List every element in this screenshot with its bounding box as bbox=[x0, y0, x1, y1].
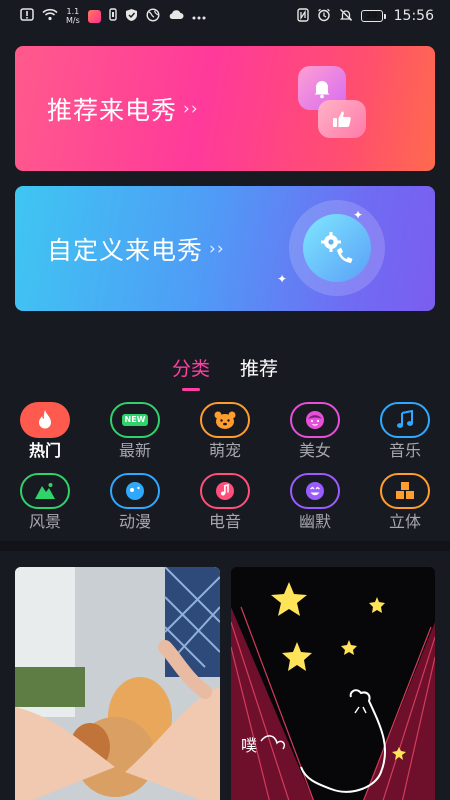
category-label: 动漫 bbox=[118, 512, 151, 531]
category-3d[interactable]: 立体 bbox=[360, 473, 450, 532]
category-anime[interactable]: 动漫 bbox=[90, 473, 180, 532]
category-edm[interactable]: 电音 bbox=[180, 473, 270, 532]
category-label: 幽默 bbox=[298, 512, 331, 531]
wifi-icon bbox=[42, 8, 58, 24]
alarm-icon bbox=[317, 8, 331, 25]
cloud-icon bbox=[168, 9, 184, 23]
download-icon bbox=[109, 8, 117, 24]
category-hot[interactable]: 热门 bbox=[0, 402, 90, 461]
music-disc-icon bbox=[200, 473, 250, 509]
battery-tip bbox=[383, 13, 386, 19]
puppy-hands-photo bbox=[15, 567, 220, 800]
category-label: 风景 bbox=[28, 512, 61, 531]
category-new[interactable]: NEW 最新 bbox=[90, 402, 180, 461]
chevron-right-icon: ›› bbox=[183, 98, 199, 119]
girl-face-icon bbox=[290, 402, 340, 438]
status-right: 20 15:56 bbox=[296, 7, 434, 25]
category-scenery[interactable]: 风景 bbox=[0, 473, 90, 532]
app-notification-icon bbox=[87, 9, 101, 23]
category-tabs: 分类 推荐 bbox=[0, 354, 450, 381]
category-label: 立体 bbox=[388, 512, 421, 531]
globe-icon bbox=[146, 7, 160, 25]
mute-bell-icon bbox=[339, 8, 353, 25]
banner-title-text: 推荐来电秀 bbox=[47, 95, 178, 125]
category-label: 音乐 bbox=[388, 441, 421, 460]
category-label: 美女 bbox=[298, 441, 331, 460]
battery-level: 20 bbox=[366, 11, 378, 20]
category-music[interactable]: 音乐 bbox=[360, 402, 450, 461]
shield-check-icon bbox=[125, 8, 138, 25]
new-badge-icon: NEW bbox=[110, 402, 160, 438]
stage-stars-cat-animation: 噗 bbox=[231, 567, 435, 800]
sparkle-icon: ✦ bbox=[353, 208, 364, 222]
status-left: 1.1 M/s bbox=[20, 7, 206, 25]
battery-indicator: 20 bbox=[360, 10, 386, 22]
preview-card-stage[interactable]: 噗 bbox=[231, 567, 435, 800]
category-grid: 热门 NEW 最新 萌宠 美女 音乐 风景 动漫 电音 幽默 立体 bbox=[0, 402, 450, 532]
recommended-ringtone-show-banner[interactable]: 推荐来电秀 ›› bbox=[15, 46, 435, 171]
category-label: 热门 bbox=[28, 441, 61, 460]
mountain-icon bbox=[20, 473, 70, 509]
category-label: 萌宠 bbox=[208, 441, 241, 460]
net-speed-unit: M/s bbox=[66, 16, 80, 25]
thumbs-up-bubble-icon bbox=[318, 100, 366, 138]
preview-card-puppy[interactable] bbox=[15, 567, 220, 800]
music-note-icon bbox=[380, 402, 430, 438]
more-notifications-icon bbox=[192, 10, 206, 23]
category-beauty[interactable]: 美女 bbox=[270, 402, 360, 461]
pet-face-icon bbox=[200, 402, 250, 438]
chevron-right-icon: ›› bbox=[209, 238, 225, 259]
status-bar: 1.1 M/s 20 15:56 bbox=[0, 0, 450, 32]
sparkle-icon: ✦ bbox=[277, 272, 288, 286]
category-humor[interactable]: 幽默 bbox=[270, 473, 360, 532]
tab-category[interactable]: 分类 bbox=[172, 354, 210, 381]
battery-body: 20 bbox=[360, 10, 383, 22]
section-divider bbox=[0, 541, 450, 551]
new-badge: NEW bbox=[121, 414, 149, 426]
banner-title: 自定义来电秀 ›› bbox=[47, 231, 225, 267]
tab-recommended[interactable]: 推荐 bbox=[240, 354, 278, 381]
anime-face-icon bbox=[110, 473, 160, 509]
preview-caption: 噗 bbox=[241, 736, 257, 755]
sim-alert-icon bbox=[20, 8, 34, 24]
banner-title: 推荐来电秀 ›› bbox=[47, 91, 199, 127]
net-speed: 1.1 M/s bbox=[66, 7, 80, 25]
banner-title-text: 自定义来电秀 bbox=[47, 235, 204, 265]
category-label: 电音 bbox=[208, 512, 241, 531]
gear-phone-icon bbox=[303, 214, 371, 282]
category-pets[interactable]: 萌宠 bbox=[180, 402, 270, 461]
cubes-icon bbox=[380, 473, 430, 509]
status-time: 15:56 bbox=[393, 8, 434, 24]
net-speed-value: 1.1 bbox=[66, 7, 80, 16]
nfc-icon bbox=[296, 7, 309, 25]
smile-icon bbox=[290, 473, 340, 509]
custom-ringtone-show-banner[interactable]: 自定义来电秀 ›› ✦ ✦ bbox=[15, 186, 435, 311]
category-label: 最新 bbox=[118, 441, 151, 460]
flame-icon bbox=[20, 402, 70, 438]
